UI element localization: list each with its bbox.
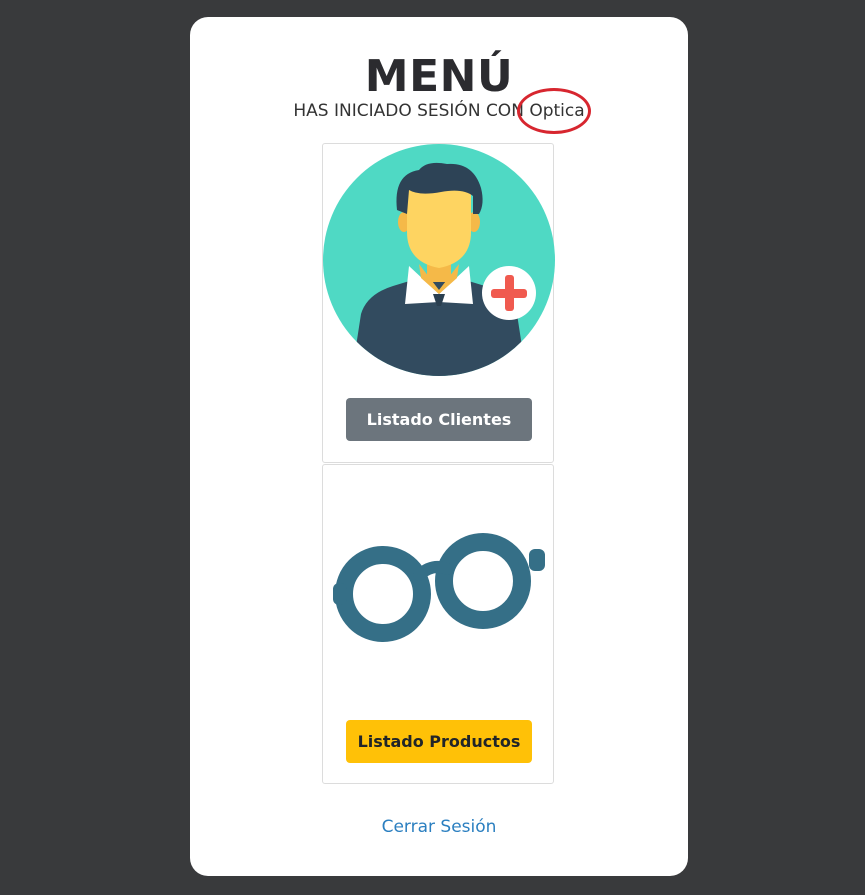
- highlight-circle: [517, 88, 592, 134]
- products-list-button[interactable]: Listado Productos: [346, 720, 532, 763]
- clients-tile: Listado Clientes: [322, 143, 555, 463]
- glasses-icon: [333, 533, 545, 642]
- clients-list-button[interactable]: Listado Clientes: [346, 398, 532, 441]
- menu-card: MENÚ HAS INICIADO SESIÓN CON Optica List…: [190, 17, 688, 876]
- session-user-wrapper: Optica: [517, 88, 592, 134]
- session-prefix: HAS INICIADO SESIÓN CON: [293, 101, 524, 121]
- session-info: HAS INICIADO SESIÓN CON Optica: [190, 88, 688, 134]
- logout-link[interactable]: Cerrar Sesión: [190, 817, 688, 837]
- add-user-icon: [323, 144, 555, 376]
- products-tile: Listado Productos: [322, 464, 554, 784]
- page-title: MENÚ: [364, 51, 514, 102]
